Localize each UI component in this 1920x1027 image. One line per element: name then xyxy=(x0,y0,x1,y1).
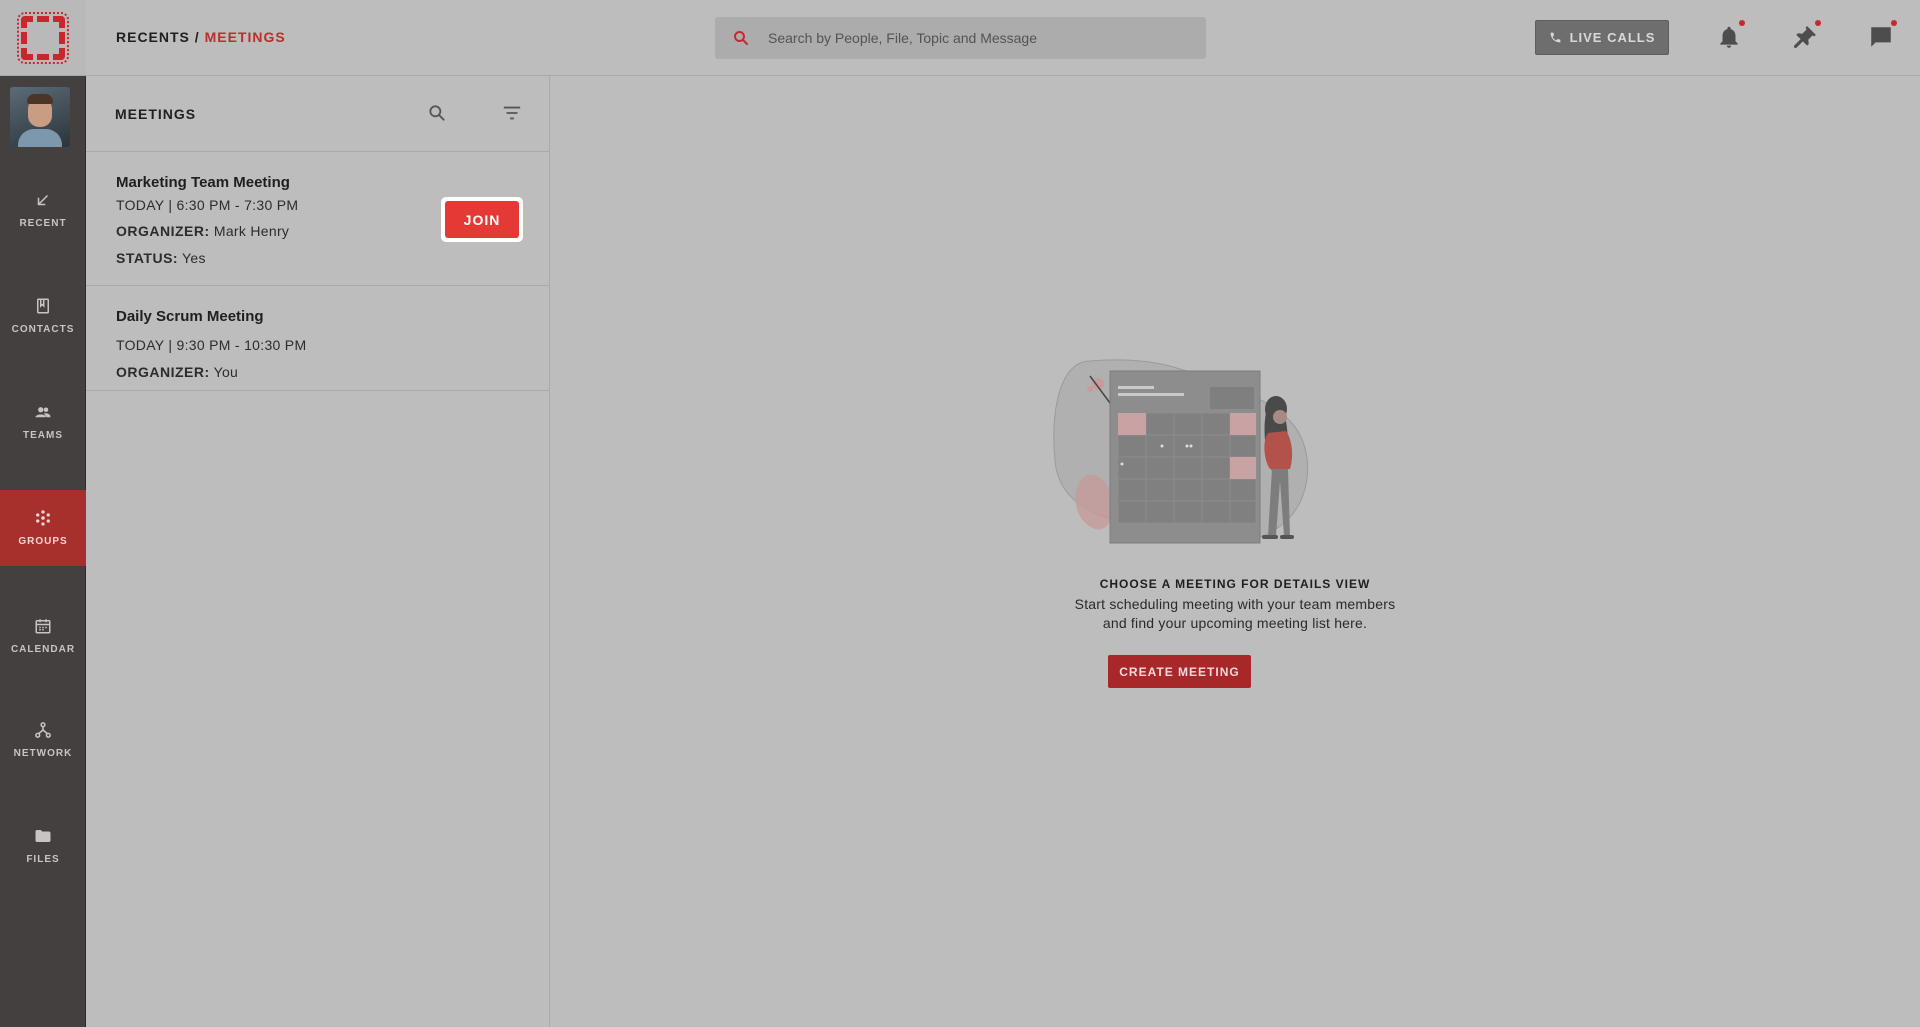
left-nav-rail: RECENT CONTACTS TEAMS GROUPS CALENDAR NE… xyxy=(0,0,86,1027)
panel-title: MEETINGS xyxy=(115,106,197,122)
notification-dot xyxy=(1815,20,1821,26)
phone-icon xyxy=(1550,32,1560,43)
join-button-highlight: JOIN xyxy=(441,197,523,242)
organizer-label: ORGANIZER: xyxy=(116,364,210,380)
top-bar: RECENTS / MEETINGS LIVE CALLS xyxy=(86,0,1920,76)
user-avatar[interactable] xyxy=(10,87,70,147)
meetings-panel: MEETINGS Marketing Team Meeting TODAY | … xyxy=(86,76,550,1027)
nav-item-calendar[interactable]: CALENDAR xyxy=(0,598,86,674)
breadcrumb-root[interactable]: RECENTS xyxy=(116,29,190,45)
breadcrumb-current: MEETINGS xyxy=(204,29,286,45)
chat-icon xyxy=(1871,27,1891,47)
team-icon xyxy=(35,407,51,418)
folder-icon xyxy=(35,830,51,842)
organizer-value: Mark Henry xyxy=(213,223,290,239)
create-meeting-button[interactable]: CREATE MEETING xyxy=(1108,655,1251,688)
empty-state-line: and find your upcoming meeting list here… xyxy=(1102,615,1368,631)
search-icon xyxy=(734,31,748,45)
meeting-organizer: ORGANIZER: Mark Henry xyxy=(116,223,289,239)
nav-item-teams[interactable]: TEAMS xyxy=(0,384,86,460)
nav-label: TEAMS xyxy=(23,430,63,441)
nav-label: FILES xyxy=(26,854,60,865)
breadcrumb: RECENTS / MEETINGS xyxy=(116,29,286,45)
search-icon[interactable] xyxy=(427,103,447,123)
sort-icon[interactable] xyxy=(501,103,523,123)
messages-button[interactable] xyxy=(1868,20,1897,50)
nav-label: CALENDAR xyxy=(10,644,76,655)
nav-item-recent[interactable]: RECENT xyxy=(0,172,86,248)
meeting-time: TODAY | 6:30 PM - 7:30 PM xyxy=(116,197,299,213)
groups-icon xyxy=(36,510,50,526)
contact-book-icon xyxy=(37,298,49,314)
notifications-button[interactable] xyxy=(1716,20,1745,50)
notification-dot xyxy=(1891,20,1897,26)
breadcrumb-separator: / xyxy=(189,29,205,45)
pins-button[interactable] xyxy=(1792,20,1821,50)
meeting-organizer: ORGANIZER: You xyxy=(116,364,238,380)
meeting-title: Daily Scrum Meeting xyxy=(116,308,264,325)
nav-item-files[interactable]: FILES xyxy=(0,808,86,884)
notifications-bell-icon xyxy=(1720,26,1738,48)
empty-state-title: CHOOSE A MEETING FOR DETAILS VIEW xyxy=(1099,577,1371,591)
search-input[interactable] xyxy=(768,30,1148,46)
join-button[interactable]: JOIN xyxy=(445,201,519,238)
nav-item-groups[interactable]: GROUPS xyxy=(0,490,86,566)
nav-label: GROUPS xyxy=(18,536,68,547)
logo-mark xyxy=(17,11,69,64)
nav-item-contacts[interactable]: CONTACTS xyxy=(0,278,86,354)
live-calls-button[interactable]: LIVE CALLS xyxy=(1535,20,1669,55)
calendar-icon xyxy=(35,619,51,634)
meeting-list-item[interactable]: Daily Scrum Meeting TODAY | 9:30 PM - 10… xyxy=(86,286,550,391)
nav-label: CONTACTS xyxy=(11,324,75,335)
empty-state-line: Start scheduling meeting with your team … xyxy=(1074,596,1396,612)
organizer-label: ORGANIZER: xyxy=(116,223,210,239)
nav-label: NETWORK xyxy=(13,748,73,759)
nav-label: RECENT xyxy=(19,218,67,229)
meeting-time: TODAY | 9:30 PM - 10:30 PM xyxy=(116,337,307,353)
nav-item-network[interactable]: NETWORK xyxy=(0,702,86,778)
global-search xyxy=(715,17,1206,59)
meeting-title: Marketing Team Meeting xyxy=(116,174,290,191)
organizer-value: You xyxy=(213,364,239,380)
network-icon xyxy=(35,722,51,738)
calendar-illustration xyxy=(1053,359,1309,544)
live-calls-label: LIVE CALLS xyxy=(1569,30,1656,45)
meeting-details-area: CHOOSE A MEETING FOR DETAILS VIEW Start … xyxy=(550,76,1920,1027)
status-value: Yes xyxy=(182,250,206,266)
app-logo[interactable] xyxy=(0,0,86,76)
arrow-down-left-icon xyxy=(37,194,49,206)
meeting-status: STATUS: Yes xyxy=(116,250,206,266)
status-label: STATUS: xyxy=(116,250,179,266)
empty-state-description: Start scheduling meeting with your team … xyxy=(1035,595,1435,633)
notification-dot xyxy=(1739,20,1745,26)
pin-icon xyxy=(1794,26,1816,48)
panel-header: MEETINGS xyxy=(86,76,550,152)
